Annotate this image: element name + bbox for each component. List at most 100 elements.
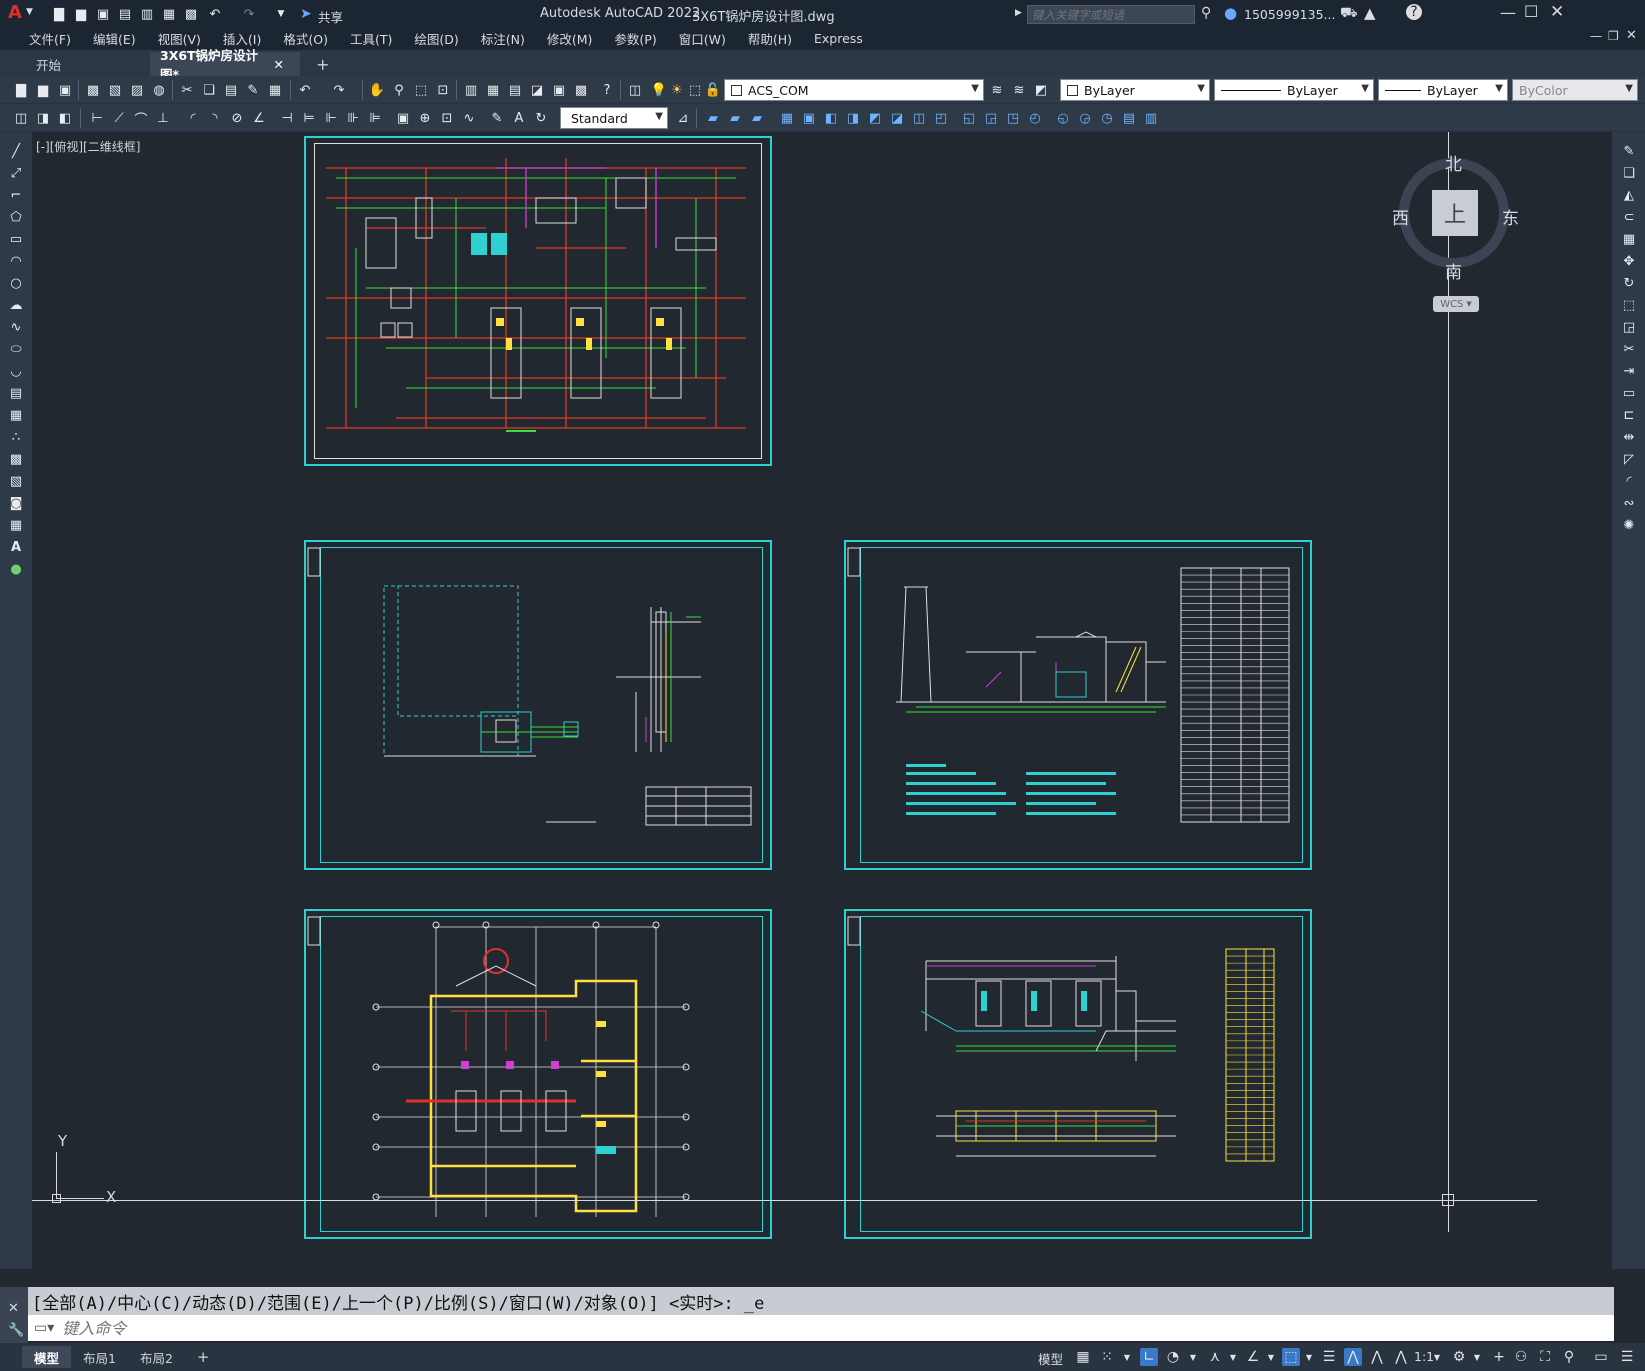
object-snap-tracking-icon[interactable]: ∠	[1244, 1348, 1262, 1366]
snap-dropdown-icon[interactable]: ▼	[1118, 1348, 1136, 1366]
polar-icon[interactable]: ◔	[1164, 1348, 1182, 1366]
break-at-point-icon[interactable]: ▭	[1620, 384, 1638, 402]
tb-layer-states-icon[interactable]: ◨	[34, 109, 52, 127]
gradient-icon[interactable]: ▧	[7, 472, 25, 490]
drawing-canvas[interactable]: [-][俯视][二维线框] Y X 上 北 南 西 东 WCS ▼	[32, 132, 1612, 1269]
tb-help-icon[interactable]: ?	[598, 81, 616, 99]
tb-layer-manager-icon[interactable]: ◫	[626, 81, 644, 99]
dim-diameter-icon[interactable]: ⊘	[228, 109, 246, 127]
viewcube-top-face[interactable]: 上	[1432, 190, 1478, 236]
mirror-icon[interactable]: ◭	[1620, 186, 1638, 204]
offset-icon[interactable]: ⊂	[1620, 208, 1638, 226]
user-icon[interactable]: ●	[1224, 4, 1237, 22]
menu-dimension[interactable]: 标注(N)	[470, 29, 536, 48]
polygon-icon[interactable]: ⬠	[7, 208, 25, 226]
doc-close-button[interactable]: ✕	[1626, 28, 1637, 43]
menu-draw[interactable]: 绘图(D)	[403, 29, 469, 48]
menu-window[interactable]: 窗口(W)	[668, 29, 737, 48]
clean-screen-icon[interactable]: ⚲	[1560, 1348, 1578, 1366]
tb-paste-icon[interactable]: ▤	[222, 81, 240, 99]
dim-arc-icon[interactable]: ⌒	[132, 109, 150, 128]
dim-continue-icon[interactable]: ⊩	[322, 109, 340, 127]
command-prompt-icon[interactable]: ▭▾	[34, 1320, 54, 1336]
layer-viewport-icon[interactable]: ⬚	[686, 81, 704, 99]
trim-icon[interactable]: ✂	[1620, 340, 1638, 358]
inspection-icon[interactable]: ⊡	[438, 109, 456, 127]
tb-undo-icon[interactable]: ↶	[296, 81, 314, 99]
menu-format[interactable]: 格式(O)	[272, 29, 339, 48]
dim-angular-icon[interactable]: ∠	[250, 109, 268, 127]
tb-zoom-realtime-icon[interactable]: ⚲	[390, 81, 408, 99]
tb-save-icon[interactable]: ▣	[56, 81, 74, 99]
lineweight-dropdown[interactable]: ByLayer ▼	[1378, 79, 1508, 101]
tab-close-icon[interactable]: ✕	[274, 57, 284, 72]
mtext-icon[interactable]: A	[7, 538, 25, 556]
menu-edit[interactable]: 编辑(E)	[82, 29, 147, 48]
layer-lock-icon[interactable]: 🔓	[704, 81, 722, 99]
viewport-controls[interactable]: [-][俯视][二维线框]	[36, 138, 140, 155]
command-input[interactable]	[62, 1318, 1463, 1338]
doc-restore-button[interactable]: ❐	[1608, 29, 1619, 43]
tb-rotate-icon[interactable]: ◧	[822, 109, 840, 127]
tb-cut-icon[interactable]: ✂	[178, 81, 196, 99]
center-mark-icon[interactable]: ⊕	[416, 109, 434, 127]
scale-dropdown-icon[interactable]: ▼	[1428, 1348, 1446, 1366]
drawing-sheet-elevation[interactable]	[844, 909, 1312, 1239]
tb-break-icon[interactable]: ◰	[932, 109, 950, 127]
tb-open-icon[interactable]: ▆	[34, 81, 52, 99]
tb-array-icon[interactable]: ▦	[778, 109, 796, 127]
new-icon[interactable]: ▇	[50, 5, 68, 23]
viewcube[interactable]: 上 北 南 西 东 WCS ▼	[1372, 140, 1522, 315]
region-icon[interactable]: ◙	[7, 494, 25, 512]
erase-icon[interactable]: ✎	[1620, 142, 1638, 160]
annotation-scale-icon[interactable]: ⋀	[1392, 1348, 1410, 1366]
save-to-web-icon[interactable]: ▦	[160, 5, 178, 23]
minimize-button[interactable]: —	[1500, 3, 1516, 22]
plus-icon[interactable]: +	[1490, 1348, 1508, 1366]
scale-icon[interactable]: ⬚	[1620, 296, 1638, 314]
search-input[interactable]	[1027, 5, 1195, 24]
tb-preview-icon[interactable]: ▧	[106, 81, 124, 99]
osnap-dropdown-icon[interactable]: ▼	[1300, 1348, 1318, 1366]
tb-zoom-window-icon[interactable]: ⬚	[412, 81, 430, 99]
tb-new-icon[interactable]: ▇	[12, 81, 30, 99]
drawing-sheet-section-view[interactable]	[844, 540, 1312, 870]
dim-style-icon[interactable]: ⊿	[674, 109, 692, 127]
customize-icon[interactable]: 🔧	[8, 1323, 24, 1338]
layout-tab-1[interactable]: 布局1	[71, 1346, 128, 1368]
insert-block-icon[interactable]: ▤	[7, 384, 25, 402]
workspace-gear-icon[interactable]: ⚙	[1450, 1348, 1468, 1366]
plot-icon[interactable]: ▩	[182, 5, 200, 23]
workspace-dropdown-icon[interactable]: ▼	[1468, 1348, 1486, 1366]
tb-offset-icon[interactable]: ▰	[748, 109, 766, 127]
tb-join-icon[interactable]: ◴	[1026, 109, 1044, 127]
construction-line-icon[interactable]: ⤢	[7, 164, 25, 182]
menu-express[interactable]: Express	[803, 31, 874, 46]
polar-dropdown-icon[interactable]: ▼	[1184, 1348, 1202, 1366]
textstyle-dropdown[interactable]: Standard ▼	[560, 107, 668, 129]
share-button[interactable]: 共享	[318, 7, 343, 26]
add-selected-icon[interactable]: ●	[7, 560, 25, 578]
tb-layer-previous-icon[interactable]: ◩	[1032, 81, 1050, 99]
dim-text-edit-icon[interactable]: A	[510, 109, 528, 127]
open-icon[interactable]: ▆	[72, 5, 90, 23]
search-expand-icon[interactable]: ▶	[1015, 8, 1022, 18]
tb-chamfer-icon[interactable]: ◱	[960, 109, 978, 127]
command-input-box[interactable]: ▭▾	[28, 1315, 1614, 1341]
tab-drawing[interactable]: 3X6T锅炉房设计图* ✕	[150, 48, 300, 82]
dim-radius-icon[interactable]: ◜	[184, 109, 202, 127]
new-tab-button[interactable]: +	[300, 52, 345, 76]
tb-mirror-icon[interactable]: ▰	[726, 109, 744, 127]
isolate-objects-icon[interactable]: ⚇	[1512, 1348, 1530, 1366]
search-icon[interactable]: ⚲	[1201, 5, 1211, 21]
polyline-icon[interactable]: ⌐	[7, 186, 25, 204]
dim-break-icon[interactable]: ⊫	[366, 109, 384, 127]
point-icon[interactable]: ∴	[7, 428, 25, 446]
circle-icon[interactable]: ○	[7, 274, 25, 292]
color-dropdown[interactable]: ByLayer ▼	[1060, 79, 1210, 101]
qat-dropdown-icon[interactable]: ▼	[272, 5, 290, 23]
tb-match-prop-icon[interactable]: ✎	[244, 81, 262, 99]
compass-west[interactable]: 西	[1392, 204, 1409, 229]
layer-dropdown[interactable]: ACS_COM ▼	[724, 79, 984, 101]
menu-modify[interactable]: 修改(M)	[536, 29, 604, 48]
